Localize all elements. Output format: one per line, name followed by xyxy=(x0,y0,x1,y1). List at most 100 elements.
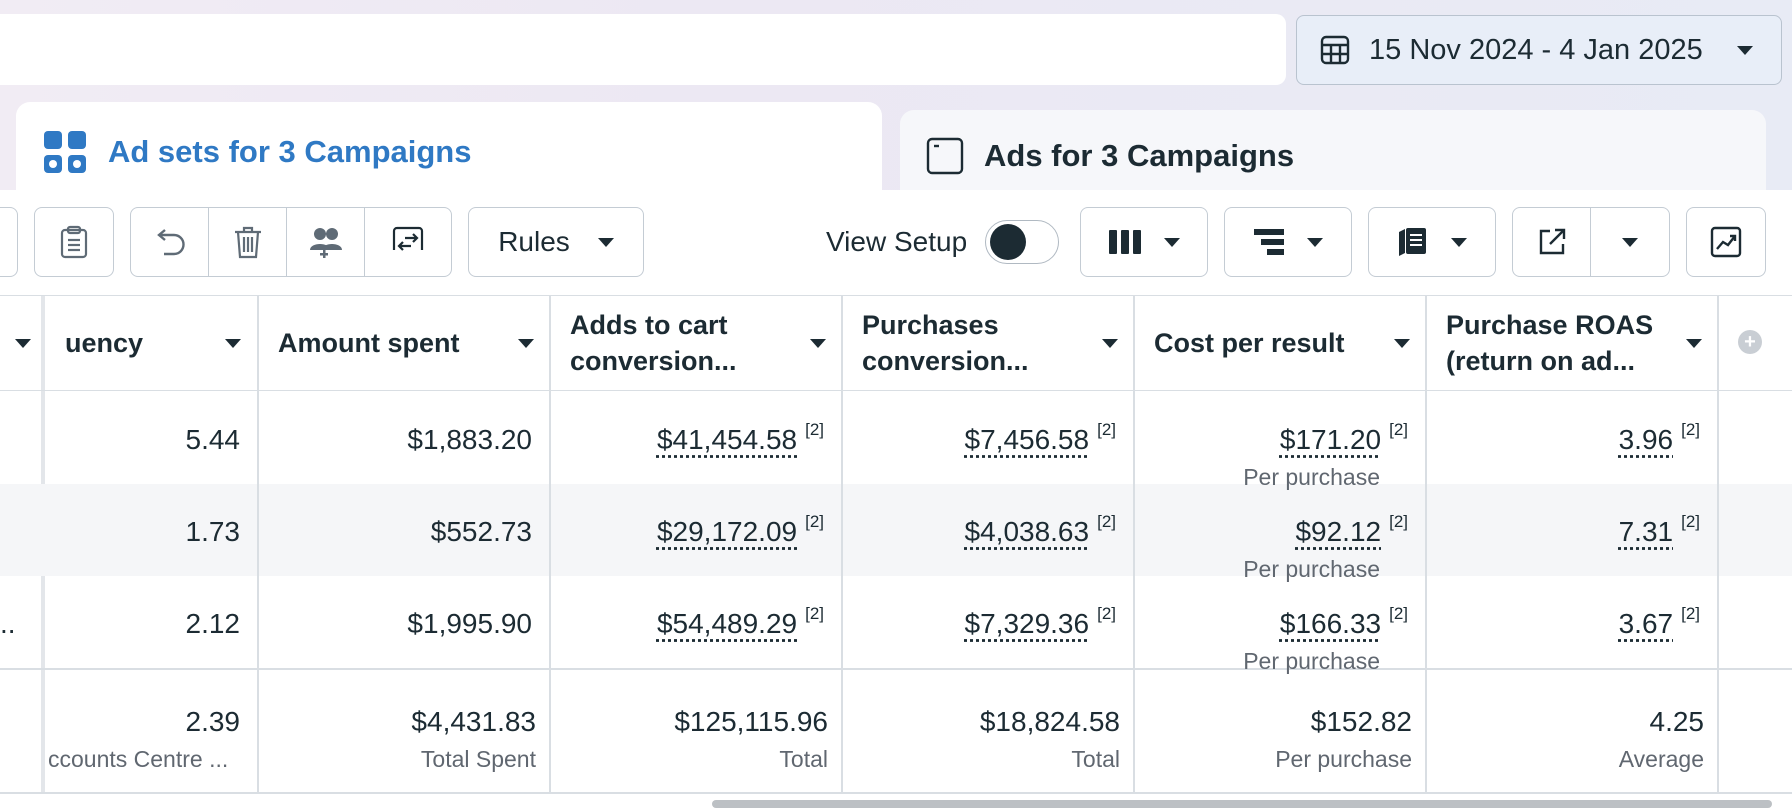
ab-test-button[interactable] xyxy=(365,208,451,276)
cell-amount-spent: $552.73 xyxy=(430,516,532,547)
ab-test-icon xyxy=(391,226,425,258)
tab-ads[interactable]: Ads for 3 Campaigns xyxy=(900,110,1766,202)
cell-cost-per-result[interactable]: $92.12 [2] xyxy=(1295,512,1408,548)
total-adds-to-cart-sub: Total xyxy=(779,746,828,772)
column-divider xyxy=(841,296,843,794)
cell-name-truncated: .. xyxy=(0,608,16,639)
cell-cost-sub: Per purchase xyxy=(1243,648,1380,674)
chevron-down-icon xyxy=(1164,237,1180,247)
cell-purchases[interactable]: $7,329.36 [2] xyxy=(965,604,1116,640)
row-divider xyxy=(0,792,1792,794)
table-row[interactable] xyxy=(0,392,1792,484)
chevron-down-icon xyxy=(225,338,241,348)
cell-roas[interactable]: 7.31 [2] xyxy=(1619,512,1700,548)
total-purchases-sub: Total xyxy=(1071,746,1120,772)
chevron-down-icon xyxy=(1451,237,1467,247)
cell-adds-to-cart[interactable]: $54,489.29 [2] xyxy=(657,604,824,640)
column-header-purchases[interactable]: Purchases conversion... xyxy=(842,296,1134,391)
rules-label: Rules xyxy=(498,226,570,257)
undo-icon xyxy=(154,227,186,257)
ad-window-icon xyxy=(926,137,964,175)
reports-icon xyxy=(1397,226,1429,258)
trash-icon xyxy=(233,225,263,259)
cell-cost-sub: Per purchase xyxy=(1243,464,1380,490)
chevron-down-icon xyxy=(1102,338,1118,348)
column-header-amount-spent[interactable]: Amount spent xyxy=(258,296,550,391)
column-divider xyxy=(1425,296,1427,794)
view-setup: View Setup xyxy=(826,207,1060,277)
column-divider xyxy=(257,296,259,794)
column-divider xyxy=(549,296,551,794)
view-setup-toggle[interactable] xyxy=(985,220,1060,264)
column-header-adds-to-cart[interactable]: Adds to cart conversion... xyxy=(550,296,842,391)
column-header-prev[interactable] xyxy=(0,296,45,391)
people-add-icon xyxy=(309,226,343,258)
cell-purchases[interactable]: $4,038.63 [2] xyxy=(965,512,1116,548)
edit-actions-group xyxy=(130,207,452,277)
add-column-icon[interactable]: + xyxy=(1738,330,1762,354)
cell-roas[interactable]: 3.67 [2] xyxy=(1619,604,1700,640)
chevron-down-icon xyxy=(1622,237,1638,247)
breakdown-icon xyxy=(1253,227,1285,257)
grid-icon xyxy=(42,129,88,175)
total-amount-spent-sub: Total Spent xyxy=(420,746,536,772)
cell-roas[interactable]: 3.96 [2] xyxy=(1619,420,1700,456)
chevron-down-icon xyxy=(1394,338,1410,348)
chevron-down-icon xyxy=(1307,237,1323,247)
chevron-down-icon xyxy=(597,237,614,247)
toolbar-edge-button[interactable] xyxy=(0,207,18,277)
rules-button[interactable]: Rules xyxy=(468,207,644,277)
export-button[interactable] xyxy=(1513,208,1591,276)
delete-button[interactable] xyxy=(209,208,287,276)
column-header-cost-per-result[interactable]: Cost per result xyxy=(1134,296,1426,391)
column-header-purchase-roas[interactable]: Purchase ROAS (return on ad... xyxy=(1426,296,1718,391)
chevron-down-icon xyxy=(1686,338,1702,348)
cell-purchases[interactable]: $7,456.58 [2] xyxy=(965,420,1116,456)
cell-frequency: 1.73 xyxy=(185,516,241,547)
breakdown-button[interactable] xyxy=(1224,207,1352,277)
undo-button[interactable] xyxy=(131,208,209,276)
export-group xyxy=(1512,207,1670,277)
total-adds-to-cart: $125,115.96 xyxy=(674,706,828,737)
columns-button[interactable] xyxy=(1080,207,1208,277)
export-dropdown-button[interactable] xyxy=(1591,208,1669,276)
column-divider xyxy=(1717,296,1719,794)
column-header-frequency[interactable]: uency xyxy=(45,296,257,391)
export-icon xyxy=(1537,227,1567,257)
tab-ad-sets[interactable]: Ad sets for 3 Campaigns xyxy=(16,102,882,202)
total-cost-per-result: $152.82 xyxy=(1310,706,1412,737)
cell-adds-to-cart[interactable]: $41,454.58 [2] xyxy=(657,420,824,456)
cell-cost-sub: Per purchase xyxy=(1243,556,1380,582)
horizontal-scrollbar[interactable] xyxy=(712,800,1772,808)
duplicate-button[interactable] xyxy=(34,207,114,277)
total-roas: 4.25 xyxy=(1649,706,1705,737)
tab-label: Ad sets for 3 Campaigns xyxy=(108,134,472,169)
cell-cost-per-result[interactable]: $166.33 [2] xyxy=(1280,604,1408,640)
ad-sets-table: uency Amount spent Adds to cart conversi… xyxy=(0,296,1792,808)
table-row[interactable] xyxy=(0,576,1792,668)
chevron-down-icon xyxy=(1737,45,1753,55)
cell-amount-spent: $1,883.20 xyxy=(407,424,532,455)
cell-amount-spent: $1,995.90 xyxy=(407,608,532,639)
date-range-picker[interactable]: 15 Nov 2024 - 4 Jan 2025 xyxy=(1296,15,1782,85)
total-purchases: $18,824.58 xyxy=(979,706,1120,737)
cell-adds-to-cart[interactable]: $29,172.09 [2] xyxy=(657,512,824,548)
search-bar[interactable] xyxy=(0,14,1286,85)
cell-cost-per-result[interactable]: $171.20 [2] xyxy=(1280,420,1408,456)
chevron-down-icon xyxy=(15,338,31,348)
date-range-label: 15 Nov 2024 - 4 Jan 2025 xyxy=(1369,33,1703,66)
view-setup-label: View Setup xyxy=(826,226,968,257)
total-amount-spent: $4,431.83 xyxy=(411,706,536,737)
clipboard-icon xyxy=(60,225,88,259)
table-row[interactable] xyxy=(0,484,1792,576)
cell-frequency: 2.12 xyxy=(185,608,241,639)
toggle-knob xyxy=(990,224,1027,260)
cell-frequency: 5.44 xyxy=(185,424,241,455)
columns-icon xyxy=(1108,228,1142,256)
reports-button[interactable] xyxy=(1368,207,1496,277)
calendar-icon xyxy=(1319,34,1351,66)
audience-button[interactable] xyxy=(287,208,365,276)
chevron-down-icon xyxy=(810,338,826,348)
total-cost-per-result-sub: Per purchase xyxy=(1275,746,1412,772)
chart-button[interactable] xyxy=(1686,207,1766,277)
